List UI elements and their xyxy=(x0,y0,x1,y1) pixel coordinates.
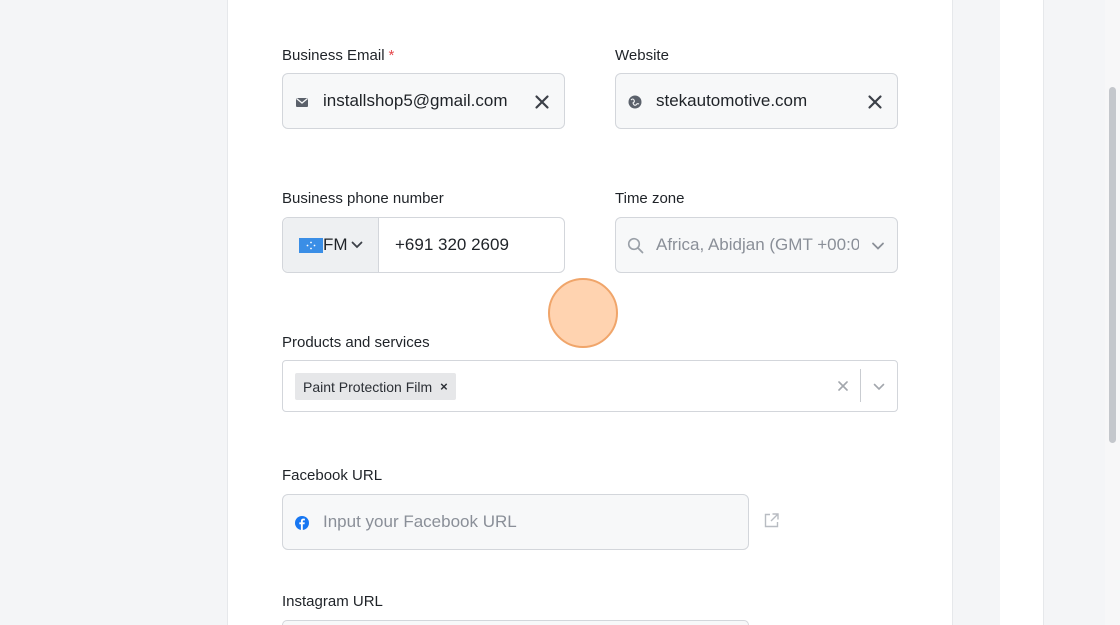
products-label: Products and services xyxy=(282,334,430,351)
time-zone-select[interactable]: Africa, Abidjan (GMT +00:00) xyxy=(615,217,898,273)
clear-email-icon[interactable] xyxy=(532,92,552,112)
facebook-url-field[interactable]: Input your Facebook URL xyxy=(282,494,749,550)
website-label: Website xyxy=(615,47,669,64)
time-zone-placeholder: Africa, Abidjan (GMT +00:00) xyxy=(656,235,859,254)
scrollbar[interactable] xyxy=(1105,0,1120,625)
globe-icon xyxy=(628,95,642,109)
cursor-indicator xyxy=(548,278,618,348)
chevron-down-icon xyxy=(351,241,363,249)
products-multiselect[interactable]: Paint Protection Film × xyxy=(282,360,898,412)
mail-icon xyxy=(296,97,308,107)
chevron-down-icon[interactable] xyxy=(871,241,885,251)
separator xyxy=(860,369,861,402)
clear-website-icon[interactable] xyxy=(865,92,885,112)
instagram-url-field[interactable] xyxy=(282,620,749,625)
search-icon xyxy=(627,237,644,254)
business-email-value: installshop5@gmail.com xyxy=(323,91,508,110)
chevron-down-icon[interactable] xyxy=(873,382,885,392)
business-email-label: Business Email * xyxy=(282,47,395,64)
facebook-icon xyxy=(295,516,309,530)
phone-label: Business phone number xyxy=(282,190,444,207)
business-email-field[interactable]: installshop5@gmail.com xyxy=(282,73,565,129)
website-field[interactable]: stekautomotive.com xyxy=(615,73,898,129)
product-chip: Paint Protection Film × xyxy=(295,373,456,400)
clear-all-icon[interactable] xyxy=(837,380,849,392)
facebook-url-placeholder: Input your Facebook URL xyxy=(323,512,517,531)
website-value: stekautomotive.com xyxy=(656,91,808,110)
country-code-text: FM xyxy=(323,235,348,254)
phone-field[interactable]: FM +691 320 2609 xyxy=(282,217,565,273)
product-chip-label: Paint Protection Film xyxy=(303,378,433,395)
remove-chip-icon[interactable]: × xyxy=(440,379,448,394)
instagram-label: Instagram URL xyxy=(282,593,383,610)
time-zone-label: Time zone xyxy=(615,190,685,207)
required-mark: * xyxy=(388,47,395,64)
scroll-thumb[interactable] xyxy=(1109,87,1116,443)
phone-value: +691 320 2609 xyxy=(395,235,509,254)
external-link-icon[interactable] xyxy=(763,512,780,529)
facebook-label: Facebook URL xyxy=(282,467,383,484)
country-code-select[interactable]: FM xyxy=(283,218,379,272)
flag-icon xyxy=(299,238,323,253)
side-strip xyxy=(1000,0,1044,625)
